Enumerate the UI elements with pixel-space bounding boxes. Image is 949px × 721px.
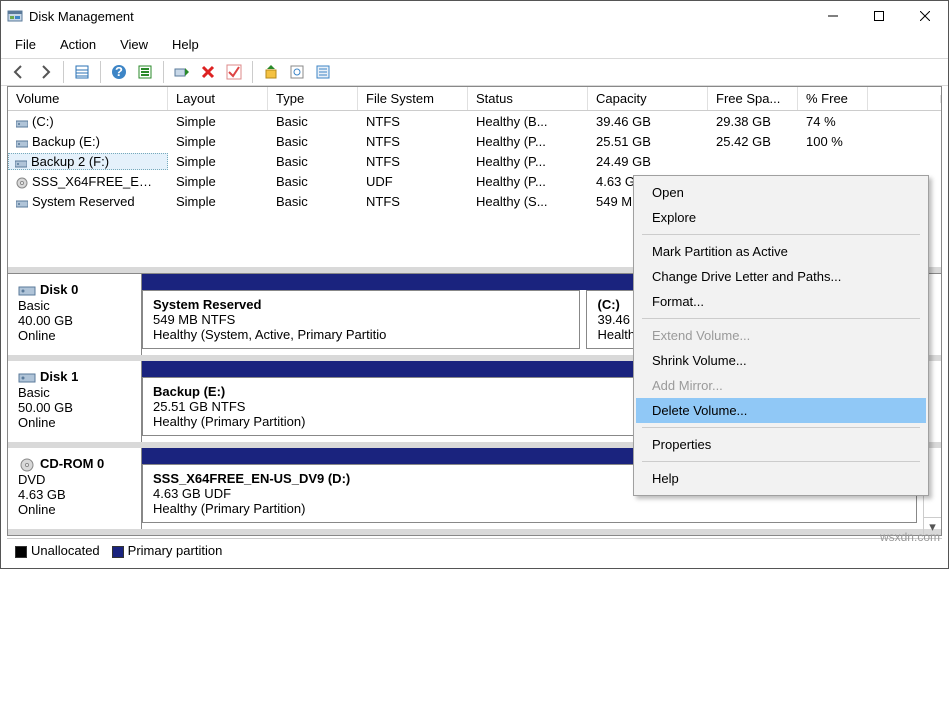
volume-list-header: Volume Layout Type File System Status Ca… [8,87,941,111]
volume-name: System Reserved [32,194,135,209]
col-type[interactable]: Type [268,87,358,110]
app-icon [7,8,23,24]
col-capacity[interactable]: Capacity [588,87,708,110]
forward-button[interactable] [33,60,57,84]
drive-icon [15,157,27,167]
volume-row[interactable]: (C:)SimpleBasicNTFSHealthy (B...39.46 GB… [8,111,941,131]
disk-icon [18,371,36,385]
legend-unallocated: Unallocated [15,543,100,558]
menu-view[interactable]: View [110,33,158,56]
menu-action[interactable]: Action [50,33,106,56]
maximize-button[interactable] [856,1,902,31]
volume-name: (C:) [32,114,54,129]
action-icon[interactable] [170,60,194,84]
disk-icon [18,458,36,472]
context-menu: OpenExplore Mark Partition as ActiveChang… [633,175,929,496]
legend-primary: Primary partition [112,543,223,558]
drive-icon [16,197,28,207]
ctx-properties[interactable]: Properties [636,432,926,457]
col-filesystem[interactable]: File System [358,87,468,110]
ctx-add-mirror: Add Mirror... [636,373,926,398]
delete-icon[interactable] [196,60,220,84]
menu-file[interactable]: File [5,33,46,56]
refresh-icon[interactable] [133,60,157,84]
volume-row[interactable]: Backup (E:)SimpleBasicNTFSHealthy (P...2… [8,131,941,151]
minimize-button[interactable] [810,1,856,31]
list-icon[interactable] [311,60,335,84]
settings-icon[interactable] [285,60,309,84]
ctx-extend-volume: Extend Volume... [636,323,926,348]
disk-label[interactable]: CD-ROM 0 DVD4.63 GBOnline [8,448,142,529]
legend: Unallocated Primary partition [7,538,942,562]
volume-row[interactable]: Backup 2 (F:)SimpleBasicNTFSHealthy (P..… [8,151,941,171]
col-layout[interactable]: Layout [168,87,268,110]
ctx-mark-partition-as-active[interactable]: Mark Partition as Active [636,239,926,264]
volume-name: Backup 2 (F:) [31,154,109,169]
window-buttons [810,1,948,31]
ctx-shrink-volume[interactable]: Shrink Volume... [636,348,926,373]
svg-text:?: ? [115,64,123,79]
drive-icon [16,117,28,127]
partition[interactable]: System Reserved549 MB NTFSHealthy (Syste… [142,290,580,349]
titlebar: Disk Management [1,1,948,31]
drive-icon [16,177,28,187]
col-status[interactable]: Status [468,87,588,110]
help-icon[interactable]: ? [107,60,131,84]
disk-label[interactable]: Disk 0 Basic40.00 GBOnline [8,274,142,355]
col-pctfree[interactable]: % Free [798,87,868,110]
window-title: Disk Management [29,9,810,24]
ctx-open[interactable]: Open [636,180,926,205]
ctx-help[interactable]: Help [636,466,926,491]
back-button[interactable] [7,60,31,84]
ctx-explore[interactable]: Explore [636,205,926,230]
menu-help[interactable]: Help [162,33,209,56]
volume-name: Backup (E:) [32,134,100,149]
check-icon[interactable] [222,60,246,84]
disk-icon [18,284,36,298]
toolbar: ? [1,58,948,86]
close-button[interactable] [902,1,948,31]
col-volume[interactable]: Volume [8,87,168,110]
watermark: wsxdn.com [880,530,940,544]
properties-icon[interactable] [70,60,94,84]
ctx-change-drive-letter-and-paths[interactable]: Change Drive Letter and Paths... [636,264,926,289]
ctx-delete-volume[interactable]: Delete Volume... [636,398,926,423]
ctx-format[interactable]: Format... [636,289,926,314]
col-freespace[interactable]: Free Spa... [708,87,798,110]
disk-label[interactable]: Disk 1 Basic50.00 GBOnline [8,361,142,442]
menubar: File Action View Help [1,31,948,58]
volume-name: SSS_X64FREE_EN-... [32,174,164,189]
drive-icon [16,137,28,147]
up-icon[interactable] [259,60,283,84]
window: Disk Management File Action View Help ? [0,0,949,569]
